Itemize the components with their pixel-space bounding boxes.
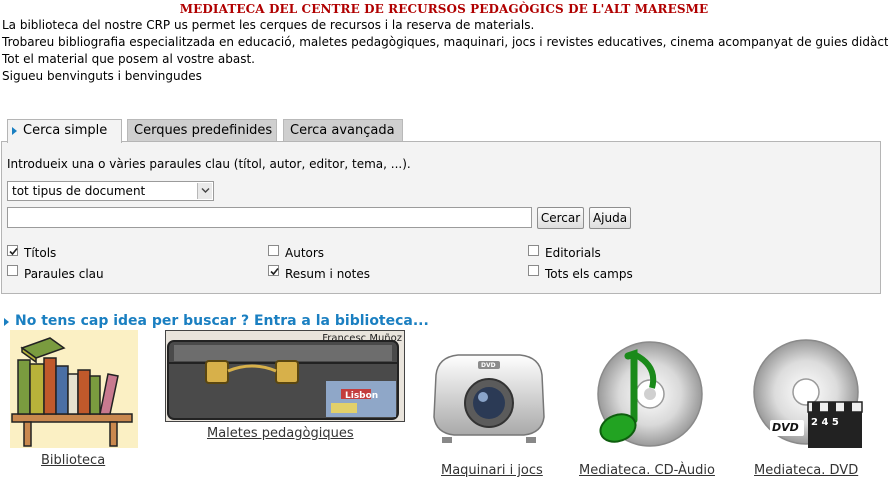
dropdown-button[interactable] — [197, 183, 212, 199]
library-item-label[interactable]: Biblioteca — [41, 453, 105, 468]
tab-label: Cerca simple — [23, 123, 108, 138]
clapper-digits: 2 4 5 — [811, 417, 839, 428]
library-item-label[interactable]: Maquinari i jocs — [441, 463, 543, 478]
image-caption: Francesc Muñoz — [322, 333, 402, 344]
checkbox-all-fields[interactable] — [528, 265, 539, 276]
tab-advanced-search[interactable]: Cerca avançada — [283, 119, 403, 141]
library-item-label[interactable]: Mediateca. DVD — [754, 463, 858, 478]
checkbox-label: Resum i notes — [285, 267, 370, 281]
checkbox-label: Tots els camps — [545, 267, 633, 281]
tab-label: Cerca avançada — [290, 123, 395, 138]
intro-line: La biblioteca del nostre CRP us permet l… — [2, 18, 535, 32]
library-item-label[interactable]: Mediateca. CD-Àudio — [579, 463, 715, 478]
checkbox-keywords[interactable] — [7, 265, 18, 276]
checkbox-label: Paraules clau — [24, 267, 104, 281]
dvd-clapper-illustration — [753, 339, 863, 448]
checkbox-label: Editorials — [545, 246, 601, 260]
search-input[interactable] — [7, 207, 532, 228]
select-value: tot tipus de document — [12, 184, 146, 198]
checkbox-authors[interactable] — [268, 245, 279, 256]
tab-predefined-searches[interactable]: Cerques predefinides — [127, 119, 277, 141]
checkbox-publishers[interactable] — [528, 245, 539, 256]
intro-text: La biblioteca del nostre CRP us permet l… — [2, 17, 888, 85]
tab-simple-search[interactable]: Cerca simple — [7, 119, 122, 143]
intro-line: Trobareu bibliografia especialitzada en … — [2, 35, 888, 49]
sticker-text: Lisbon — [345, 391, 379, 401]
suitcase-icon[interactable]: Francesc Muñoz Lisbon — [165, 330, 405, 422]
search-hint: Introdueix una o vàries paraules clau (t… — [7, 157, 411, 171]
music-cd-icon[interactable] — [588, 336, 704, 454]
dvd-clapper-icon[interactable]: DVD 2 4 5 — [750, 336, 868, 454]
bookshelf-icon[interactable] — [10, 330, 138, 448]
checkmark-icon — [9, 247, 18, 256]
projector-icon[interactable]: DVD — [428, 345, 550, 455]
checkmark-icon — [270, 267, 279, 276]
help-button[interactable]: Ajuda — [589, 207, 631, 229]
chevron-down-icon — [201, 188, 210, 193]
checkbox-abstract-notes[interactable] — [268, 265, 279, 276]
caret-right-icon — [4, 318, 9, 326]
cd-music-illustration — [597, 341, 703, 447]
tab-label: Cerques predefinides — [134, 123, 273, 138]
page-title: MEDIATECA DEL CENTRE DE RECURSOS PEDAGÒG… — [179, 2, 709, 16]
search-button[interactable]: Cercar — [537, 207, 584, 229]
library-item-label[interactable]: Maletes pedagògiques — [207, 426, 354, 441]
dvd-label: DVD — [772, 421, 799, 434]
bookshelf-illustration — [11, 337, 133, 447]
document-type-select[interactable]: tot tipus de document — [7, 181, 214, 201]
intro-line: Sigueu benvinguts i benvingudes — [2, 69, 202, 83]
checkbox-label: Títols — [24, 246, 57, 260]
checkbox-label: Autors — [285, 246, 325, 260]
intro-line: Tot el material que posem al vostre abas… — [2, 52, 255, 66]
suitcase-illustration — [166, 331, 404, 421]
projector-badge: DVD — [481, 362, 496, 369]
library-heading[interactable]: No tens cap idea per buscar ? Entra a la… — [15, 313, 429, 329]
checkbox-titles[interactable] — [7, 245, 18, 256]
caret-right-icon — [12, 127, 17, 135]
